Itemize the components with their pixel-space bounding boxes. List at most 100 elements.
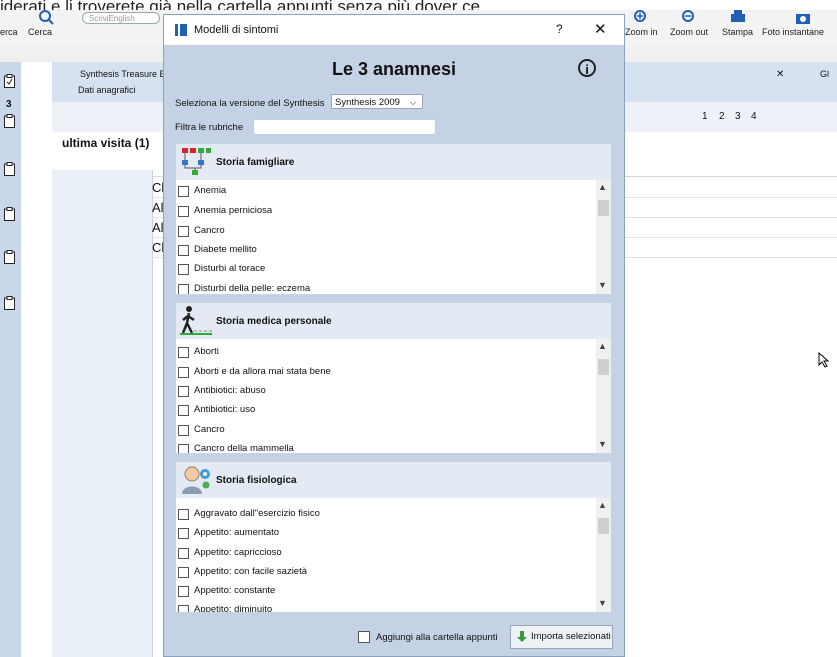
item-label: Cancro — [194, 424, 225, 435]
ribbon-search-label[interactable]: Cerca — [28, 27, 52, 37]
print-button[interactable]: Stampa — [722, 27, 753, 37]
zoom-in-button[interactable]: Zoom in — [625, 27, 658, 37]
checkbox[interactable] — [178, 548, 189, 559]
checkbox[interactable] — [178, 425, 189, 436]
checkbox[interactable] — [178, 226, 189, 237]
walking-person-icon — [180, 306, 212, 335]
item-label: Aggravato dall"esercizio fisico — [194, 508, 320, 519]
clipboard-icon[interactable] — [4, 296, 15, 310]
help-button[interactable]: ? — [556, 22, 563, 36]
toolbar-number-4[interactable]: 4 — [751, 111, 757, 122]
checkbox[interactable] — [178, 206, 189, 217]
row-text: Al — [152, 200, 164, 215]
checkbox[interactable] — [178, 245, 189, 256]
app-icon — [175, 24, 187, 36]
camera-icon[interactable] — [794, 10, 812, 26]
checkbox[interactable] — [178, 605, 189, 612]
item-label: Antibiotici: uso — [194, 404, 256, 415]
toolbar-number-1[interactable]: 1 — [702, 111, 708, 122]
add-to-notes-checkbox[interactable] — [358, 631, 370, 643]
tab-synthesis-treasure[interactable]: Synthesis Treasure E — [80, 69, 166, 79]
clipboard-icon[interactable] — [4, 114, 15, 128]
item-label: Anemia — [194, 185, 227, 196]
checkbox[interactable] — [178, 186, 189, 197]
scroll-thumb[interactable] — [598, 359, 609, 375]
import-icon — [517, 631, 527, 642]
section-title: Storia famigliare — [216, 157, 295, 168]
filter-input[interactable] — [253, 119, 436, 135]
visit-label: ultima visita (1) — [62, 136, 150, 150]
print-icon[interactable] — [728, 10, 754, 26]
section-family-history: Storia famigliare Anemia Anemia pernicio… — [175, 143, 612, 295]
scroll-up-icon[interactable]: ▲ — [598, 341, 607, 351]
checkbox[interactable] — [178, 347, 189, 358]
item-label: Anemia perniciosa — [194, 205, 273, 216]
row-text: Al — [152, 220, 164, 235]
checkbox[interactable] — [178, 586, 189, 597]
item-label: Appetito: aumentato — [194, 527, 280, 538]
clipboard-icon[interactable] — [4, 207, 15, 221]
item-label: Cancro della mammella — [194, 443, 294, 454]
scroll-thumb[interactable] — [598, 200, 609, 216]
ribbon-search-input[interactable]: ScriviEnglish — [82, 12, 160, 24]
dialog-title-bar: Modelli di sintomi ? ✕ — [164, 15, 624, 46]
clipboard-icon[interactable] — [4, 162, 15, 176]
checkbox[interactable] — [178, 367, 189, 378]
item-label: Appetito: con facile sazietà — [194, 566, 308, 577]
scroll-up-icon[interactable]: ▲ — [598, 500, 607, 510]
person-gears-icon — [182, 466, 210, 494]
scroll-down-icon[interactable]: ▼ — [598, 280, 607, 290]
family-tree-icon — [182, 148, 211, 175]
zoom-out-button[interactable]: Zoom out — [670, 27, 708, 37]
version-select-value: Synthesis 2009 — [335, 97, 400, 108]
search-icon[interactable] — [36, 10, 58, 26]
section-physiological-history: Storia fisiologica Aggravato dall"eserci… — [175, 461, 612, 613]
scrollbar[interactable]: ▲ ▼ — [596, 180, 611, 294]
zoom-out-icon[interactable] — [680, 10, 698, 26]
close-button[interactable]: ✕ — [594, 20, 607, 38]
checkbox[interactable] — [178, 386, 189, 397]
checkbox[interactable] — [178, 567, 189, 578]
section-title: Storia medica personale — [216, 316, 332, 327]
checkbox[interactable] — [178, 264, 189, 275]
section-header: Storia medica personale — [176, 303, 611, 339]
dialog-heading: Le 3 anamnesi — [331, 59, 457, 79]
toolbar-number-3[interactable]: 3 — [735, 111, 741, 122]
section-personal-medical-history: Storia medica personale Aborti Aborti e … — [175, 302, 612, 454]
info-icon[interactable]: i — [578, 59, 596, 77]
clipboard-icon[interactable] — [4, 250, 15, 264]
toolbar-number-2[interactable]: 2 — [719, 111, 725, 122]
zoom-in-icon[interactable] — [632, 10, 650, 26]
close-tab-icon[interactable]: ✕ — [776, 69, 784, 80]
section-header: Storia fisiologica — [176, 462, 611, 498]
tab-dati-anagrafici[interactable]: Dati anagrafici — [78, 85, 136, 95]
checkbox[interactable] — [178, 405, 189, 416]
dialog-title: Modelli di sintomi — [194, 24, 279, 36]
item-label: Aborti e da allora mai stata bene — [194, 366, 331, 377]
item-label: Cancro — [194, 225, 225, 236]
scroll-up-icon[interactable]: ▲ — [598, 182, 607, 192]
scroll-down-icon[interactable]: ▼ — [598, 598, 607, 608]
item-label: Appetito: diminuito — [194, 604, 273, 613]
scroll-thumb[interactable] — [598, 518, 609, 534]
tab-gl[interactable]: Gl — [820, 69, 829, 79]
checkbox[interactable] — [178, 528, 189, 539]
import-selected-button[interactable]: Importa selezionati — [510, 625, 613, 649]
section-title: Storia fisiologica — [216, 475, 297, 486]
symptom-templates-dialog: Modelli di sintomi ? ✕ Le 3 anamnesi i S… — [163, 14, 625, 657]
scroll-down-icon[interactable]: ▼ — [598, 439, 607, 449]
ribbon-label-erca[interactable]: erca — [0, 27, 18, 37]
scrollbar[interactable]: ▲ ▼ — [596, 498, 611, 612]
scrollbar[interactable]: ▲ ▼ — [596, 339, 611, 453]
chevron-down-icon: ⌵ — [410, 98, 417, 107]
clipboard-check-icon[interactable] — [4, 74, 15, 88]
version-select[interactable]: Synthesis 2009 ⌵ — [331, 94, 423, 109]
count-badge: 3 — [6, 99, 12, 110]
filter-label: Filtra le rubriche — [175, 122, 244, 133]
item-label: Aborti — [194, 346, 219, 357]
checkbox[interactable] — [178, 509, 189, 520]
checkbox[interactable] — [178, 444, 189, 453]
checkbox[interactable] — [178, 284, 189, 294]
snapshot-button[interactable]: Foto instantane — [762, 27, 824, 37]
item-label: Antibiotici: abuso — [194, 385, 266, 396]
